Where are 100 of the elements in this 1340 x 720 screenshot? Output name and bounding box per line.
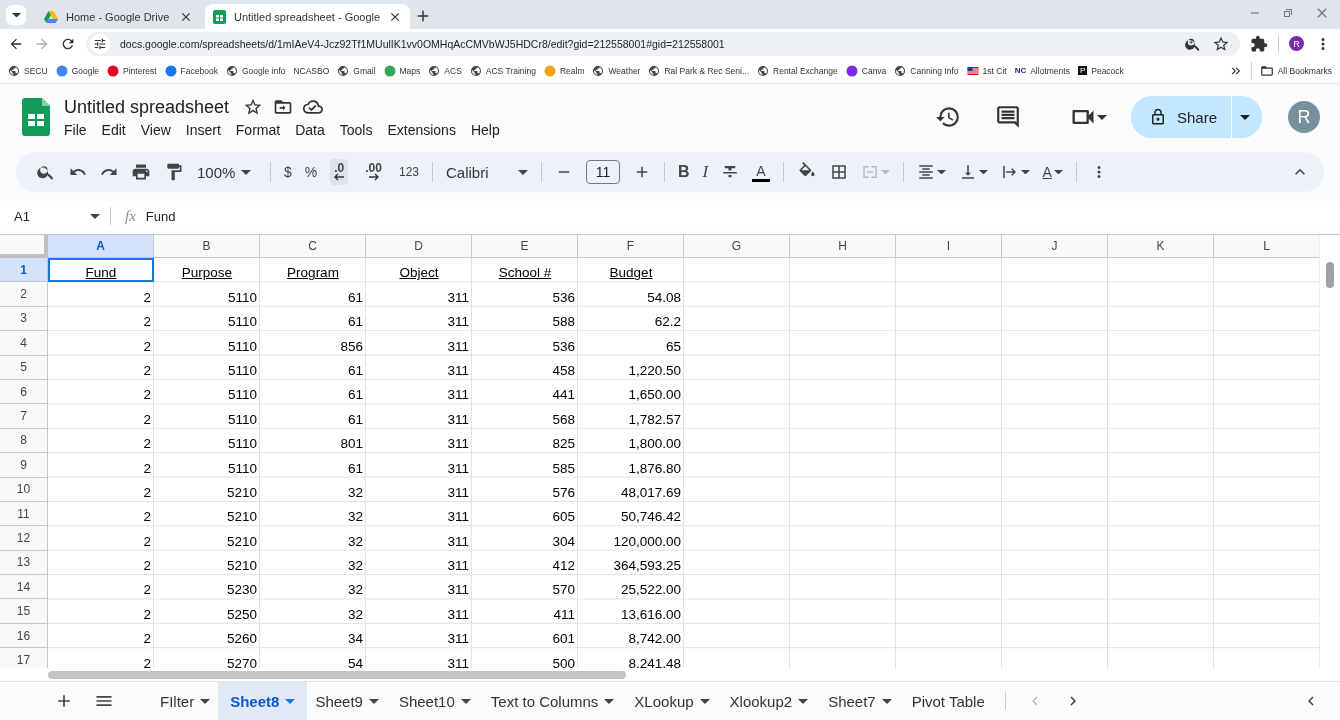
- column-header[interactable]: C: [260, 235, 366, 258]
- bookmark[interactable]: Weather: [592, 64, 641, 77]
- bookmark[interactable]: NC Allotments: [1014, 65, 1070, 76]
- menu-item[interactable]: Help: [470, 121, 507, 138]
- text-color-button[interactable]: A: [752, 162, 770, 182]
- column-header[interactable]: H: [790, 235, 896, 258]
- bookmark[interactable]: NCASBO: [293, 65, 330, 76]
- bookmark[interactable]: Realm: [543, 64, 585, 77]
- merge-cells-dropdown[interactable]: [860, 163, 890, 181]
- zoom-dropdown[interactable]: 100%: [197, 163, 257, 181]
- name-box[interactable]: A1: [14, 208, 100, 224]
- column-header[interactable]: L: [1214, 235, 1319, 258]
- browser-tab[interactable]: Home - Google Drive: [36, 4, 201, 29]
- number-format-button[interactable]: 123: [398, 165, 419, 179]
- row-header[interactable]: 4: [0, 331, 48, 356]
- address-field[interactable]: docs.google.com/spreadsheets/d/1mIAeV4-Jcz92Tf1MUulIK1vv0OMHqAcCMVbWJ5HDCr8/edit?gid=212558001#gid=212558001: [86, 31, 1240, 56]
- menu-item[interactable]: Extensions: [387, 121, 463, 138]
- bookmark[interactable]: P Peacock: [1077, 65, 1124, 76]
- column-header[interactable]: F: [578, 235, 684, 258]
- scrollbar-thumb[interactable]: [1326, 262, 1334, 288]
- document-title[interactable]: Untitled spreadsheet: [64, 96, 230, 118]
- folder-icon: [1259, 63, 1274, 78]
- version-history-icon[interactable]: [934, 104, 961, 130]
- text-rotation-dropdown[interactable]: A: [1042, 164, 1063, 180]
- font-dropdown[interactable]: Calibri: [446, 163, 528, 181]
- cloud-saved-icon[interactable]: [303, 97, 324, 117]
- browser-tab[interactable]: Untitled spreadsheet - Google: [205, 4, 411, 29]
- column-header[interactable]: D: [366, 235, 472, 258]
- site-settings-icon[interactable]: [93, 36, 107, 51]
- column-header[interactable]: J: [1002, 235, 1108, 258]
- menu-item[interactable]: Tools: [339, 121, 380, 138]
- bookmark[interactable]: Rental Exchange: [757, 64, 838, 77]
- bookmark[interactable]: 1st Cit: [966, 64, 1007, 77]
- bookmark[interactable]: Ral Park & Rec Seni...: [648, 64, 749, 77]
- row-header[interactable]: 8: [0, 428, 48, 454]
- row-header[interactable]: 12: [0, 526, 48, 551]
- italic-button[interactable]: I: [702, 162, 709, 182]
- align-dropdown[interactable]: [916, 163, 946, 181]
- row-header[interactable]: 1: [0, 258, 48, 283]
- bookmark[interactable]: Canva: [845, 64, 887, 77]
- percent-format-button[interactable]: %: [304, 164, 318, 180]
- share-button[interactable]: Share: [1130, 96, 1232, 138]
- profile-avatar[interactable]: R: [1289, 36, 1304, 51]
- row-header[interactable]: 17: [0, 648, 48, 668]
- font-size-field[interactable]: 11: [586, 160, 620, 184]
- bookmark[interactable]: Maps: [383, 64, 421, 77]
- caret-icon: [368, 698, 379, 704]
- row-header[interactable]: 13: [0, 550, 48, 576]
- menu-item[interactable]: Format: [235, 121, 288, 138]
- scrollbar-thumb[interactable]: [48, 670, 626, 679]
- sheets-logo-icon[interactable]: [22, 98, 50, 136]
- column-header[interactable]: B: [154, 235, 260, 258]
- row-header[interactable]: 14: [0, 575, 48, 600]
- column-header[interactable]: I: [896, 235, 1002, 258]
- bookmark[interactable]: Google info: [225, 64, 286, 77]
- column-header[interactable]: G: [684, 235, 790, 258]
- wrap-dropdown[interactable]: [1000, 163, 1030, 181]
- increase-decimal-button[interactable]: .00: [361, 159, 386, 185]
- bookmark[interactable]: ACS Training: [469, 64, 536, 77]
- bookmark[interactable]: SECU: [8, 64, 48, 77]
- column-header[interactable]: A: [48, 235, 154, 258]
- menu-item[interactable]: Edit: [101, 121, 133, 138]
- row-header[interactable]: 7: [0, 404, 48, 429]
- row-header[interactable]: 5: [0, 355, 48, 380]
- formula-field[interactable]: Fund: [145, 208, 176, 224]
- paint-format-icon[interactable]: [164, 162, 184, 182]
- all-bookmarks-button[interactable]: All Bookmarks: [1259, 63, 1332, 78]
- row-header[interactable]: 2: [0, 282, 48, 307]
- bookmark[interactable]: Gmail: [337, 64, 376, 77]
- bookmark[interactable]: ACS: [428, 64, 462, 77]
- row-header[interactable]: 16: [0, 623, 48, 649]
- menu-item[interactable]: View: [140, 121, 178, 138]
- comments-icon[interactable]: [994, 104, 1021, 130]
- restore-icon[interactable]: [1282, 7, 1294, 19]
- borders-icon[interactable]: [829, 163, 848, 181]
- bookmark[interactable]: Facebook: [164, 64, 218, 77]
- bold-button[interactable]: B: [678, 163, 690, 181]
- decrease-decimal-button[interactable]: .0: [330, 159, 349, 185]
- menu-item[interactable]: File: [64, 121, 94, 138]
- extensions-icon[interactable]: [1250, 34, 1268, 53]
- menu-item[interactable]: Data: [295, 121, 332, 138]
- sheet-tab[interactable]: Sheet8: [218, 682, 308, 720]
- row-header[interactable]: 11: [0, 501, 48, 527]
- table-cell-text: 5110: [226, 386, 258, 405]
- row-header[interactable]: 15: [0, 599, 48, 624]
- menu-item[interactable]: Insert: [185, 121, 228, 138]
- row-header[interactable]: 3: [0, 306, 48, 332]
- tab-search-button[interactable]: [6, 5, 26, 25]
- bookmark[interactable]: Google: [55, 64, 100, 77]
- print-icon[interactable]: [131, 162, 151, 182]
- row-header[interactable]: 6: [0, 379, 48, 405]
- currency-format-button[interactable]: $: [284, 164, 292, 180]
- column-header[interactable]: E: [472, 235, 578, 258]
- row-header[interactable]: 10: [0, 477, 48, 502]
- bookmark[interactable]: Pinterest: [107, 64, 157, 77]
- column-header[interactable]: K: [1108, 235, 1214, 258]
- bookmark[interactable]: Canning Info: [894, 64, 959, 77]
- move-folder-icon[interactable]: [273, 97, 294, 117]
- table-cell-text: 311: [446, 532, 470, 551]
- row-header[interactable]: 9: [0, 453, 48, 478]
